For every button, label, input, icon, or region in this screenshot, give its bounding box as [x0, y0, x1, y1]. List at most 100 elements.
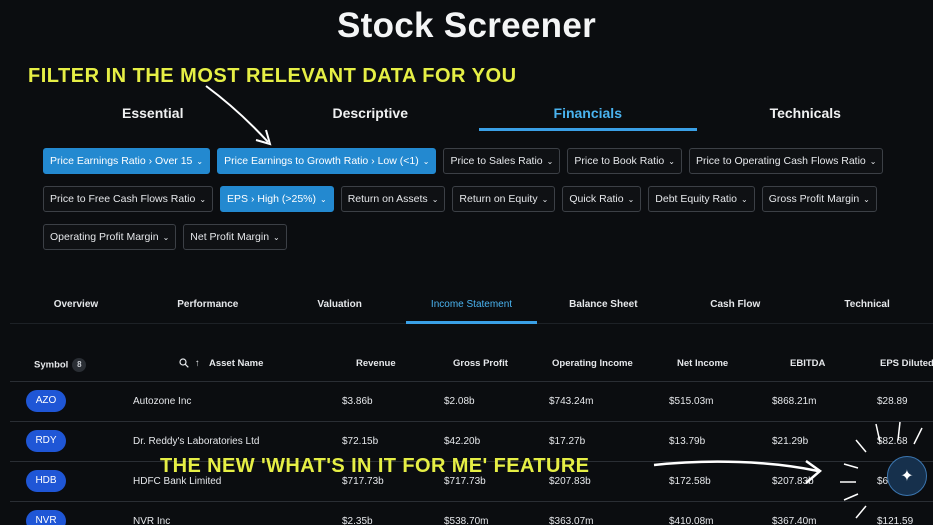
gross-profit-cell: $538.70m: [444, 516, 489, 525]
filter-net-margin[interactable]: Net Profit Margin ⌄: [183, 224, 287, 250]
net-income-cell: $13.79b: [669, 436, 706, 447]
page-title: Stock Screener: [336, 6, 597, 45]
chevron-down-icon: ⌄: [668, 156, 675, 166]
filter-roa[interactable]: Return on Assets ⌄: [340, 186, 446, 212]
symbol-badge[interactable]: RDY: [26, 430, 66, 452]
search-icon[interactable]: [179, 358, 189, 371]
net-income-header[interactable]: Net Income: [677, 358, 728, 369]
revenue-cell: $3.86b: [342, 396, 373, 407]
filter-peg-ratio[interactable]: Price Earnings to Growth Ratio › Low (<1…: [217, 148, 437, 174]
table-row[interactable]: NVR NVR Inc $2.35b $538.70m $363.07m $41…: [10, 501, 933, 525]
filter-gross-margin[interactable]: Gross Profit Margin ⌄: [761, 186, 877, 212]
filter-roe[interactable]: Return on Equity ⌄: [452, 186, 556, 212]
tab-technicals[interactable]: Technicals: [697, 98, 915, 132]
filter-debt-equity[interactable]: Debt Equity Ratio ⌄: [648, 186, 755, 212]
asset-name-header[interactable]: Asset Name: [209, 358, 263, 369]
chevron-down-icon: ⌄: [546, 156, 554, 166]
chevron-down-icon: ⌄: [320, 194, 327, 204]
filter-label: Price Earnings to Growth Ratio › Low (<1…: [224, 155, 419, 167]
ebitda-cell: $21.29b: [772, 436, 809, 447]
filter-label: Return on Assets: [347, 193, 428, 205]
chevron-down-icon: ⌄: [273, 232, 280, 242]
ai-assistant-button[interactable]: ✦: [887, 456, 927, 496]
tab-financials[interactable]: Financials: [479, 98, 697, 132]
filter-label: Gross Profit Margin: [768, 193, 860, 205]
filter-label: EPS › High (>25%): [227, 193, 317, 205]
ebitda-cell: $367.40m: [772, 516, 817, 525]
chevron-down-icon: ⌄: [431, 194, 439, 204]
net-income-cell: $515.03m: [669, 396, 714, 407]
revenue-header[interactable]: Revenue: [356, 358, 396, 369]
symbol-badge[interactable]: NVR: [26, 510, 66, 525]
filter-pe-ratio[interactable]: Price Earnings Ratio › Over 15 ⌄: [43, 148, 211, 174]
tab-descriptive[interactable]: Descriptive: [262, 98, 480, 132]
eps-diluted-header[interactable]: EPS Diluted: [880, 358, 933, 369]
operating-income-cell: $743.24m: [549, 396, 594, 407]
gross-profit-header[interactable]: Gross Profit: [453, 358, 508, 369]
filter-label: Debt Equity Ratio: [655, 193, 738, 205]
filter-label: Price to Operating Cash Flows Ratio: [695, 155, 866, 167]
tab-essential[interactable]: Essential: [44, 98, 262, 132]
sort-up-arrow-icon[interactable]: ↑: [195, 358, 200, 369]
asset-name[interactable]: Dr. Reddy's Laboratories Ltd: [133, 436, 259, 447]
tab-valuation[interactable]: Valuation: [274, 290, 406, 323]
chevron-down-icon: ⌄: [162, 232, 170, 242]
results-table: AZO Autozone Inc $3.86b $2.08b $743.24m …: [10, 381, 933, 525]
ebitda-cell: $868.21m: [772, 396, 817, 407]
filter-quick-ratio[interactable]: Quick Ratio ⌄: [562, 186, 642, 212]
chevron-down-icon: ⌄: [199, 194, 207, 204]
filter-label: Price Earnings Ratio › Over 15: [50, 155, 193, 167]
view-tabs: Overview Performance Valuation Income St…: [10, 290, 933, 324]
gross-profit-cell: $2.08b: [444, 396, 475, 407]
tab-income-statement[interactable]: Income Statement: [405, 290, 538, 324]
symbol-count-badge: 8: [72, 358, 87, 372]
filter-operating-margin[interactable]: Operating Profit Margin ⌄: [43, 224, 177, 250]
ebitda-header[interactable]: EBITDA: [790, 358, 825, 369]
symbol-header-label: Symbol: [34, 359, 69, 371]
filter-label: Return on Equity: [459, 193, 538, 205]
filter-label: Net Profit Margin: [190, 231, 270, 243]
revenue-cell: $2.35b: [342, 516, 373, 525]
filter-label: Operating Profit Margin: [50, 231, 159, 243]
gross-profit-cell: $42.20b: [444, 436, 481, 447]
chevron-down-icon: ⌄: [863, 194, 870, 204]
operating-income-header[interactable]: Operating Income: [552, 358, 633, 369]
tab-cash-flow[interactable]: Cash Flow: [669, 290, 801, 323]
chevron-down-icon: ⌄: [541, 194, 549, 204]
chevron-down-icon: ⌄: [627, 194, 635, 204]
tab-overview[interactable]: Overview: [10, 290, 142, 323]
table-header: Symbol 8 ↑ Asset Name Revenue Gross Profi…: [10, 350, 933, 380]
revenue-cell: $72.15b: [342, 436, 379, 447]
filter-label: Price to Sales Ratio: [450, 155, 543, 167]
filter-price-to-ocf[interactable]: Price to Operating Cash Flows Ratio ⌄: [688, 148, 884, 174]
chevron-down-icon: ⌄: [422, 156, 430, 166]
net-income-cell: $410.08m: [669, 516, 714, 525]
filter-label: Price to Free Cash Flows Ratio: [50, 193, 196, 205]
asset-name[interactable]: Autozone Inc: [133, 396, 191, 407]
filter-panel: Price Earnings Ratio › Over 15 ⌄ Price Ea…: [43, 148, 893, 262]
annotation-arrow-icon: [653, 459, 823, 484]
eps-diluted-cell: $28.89: [877, 396, 908, 407]
filter-price-to-book[interactable]: Price to Book Ratio ⌄: [567, 148, 682, 174]
symbol-badge[interactable]: HDB: [26, 470, 66, 492]
caption-bottom: THE NEW 'WHAT'S IN IT FOR ME' FEATURE: [160, 455, 590, 477]
chevron-down-icon: ⌄: [741, 194, 748, 204]
tab-technical[interactable]: Technical: [801, 290, 933, 323]
chevron-down-icon: ⌄: [869, 156, 877, 166]
symbol-badge[interactable]: AZO: [26, 390, 66, 412]
table-row[interactable]: AZO Autozone Inc $3.86b $2.08b $743.24m …: [10, 381, 933, 421]
category-tabs: Essential Descriptive Financials Technic…: [44, 98, 914, 132]
operating-income-cell: $17.27b: [549, 436, 586, 447]
filter-label: Quick Ratio: [569, 193, 624, 205]
operating-income-cell: $363.07m: [549, 516, 594, 525]
asset-name[interactable]: NVR Inc: [133, 516, 170, 525]
filter-price-to-fcf[interactable]: Price to Free Cash Flows Ratio ⌄: [43, 186, 214, 212]
symbol-header[interactable]: Symbol 8: [34, 358, 87, 372]
filter-eps[interactable]: EPS › High (>25%) ⌄: [220, 186, 334, 212]
tab-performance[interactable]: Performance: [142, 290, 274, 323]
filter-price-to-sales[interactable]: Price to Sales Ratio ⌄: [443, 148, 561, 174]
chevron-down-icon: ⌄: [196, 156, 204, 166]
sparkle-icon: ✦: [900, 468, 914, 485]
tab-balance-sheet[interactable]: Balance Sheet: [537, 290, 669, 323]
filter-label: Price to Book Ratio: [574, 155, 665, 167]
